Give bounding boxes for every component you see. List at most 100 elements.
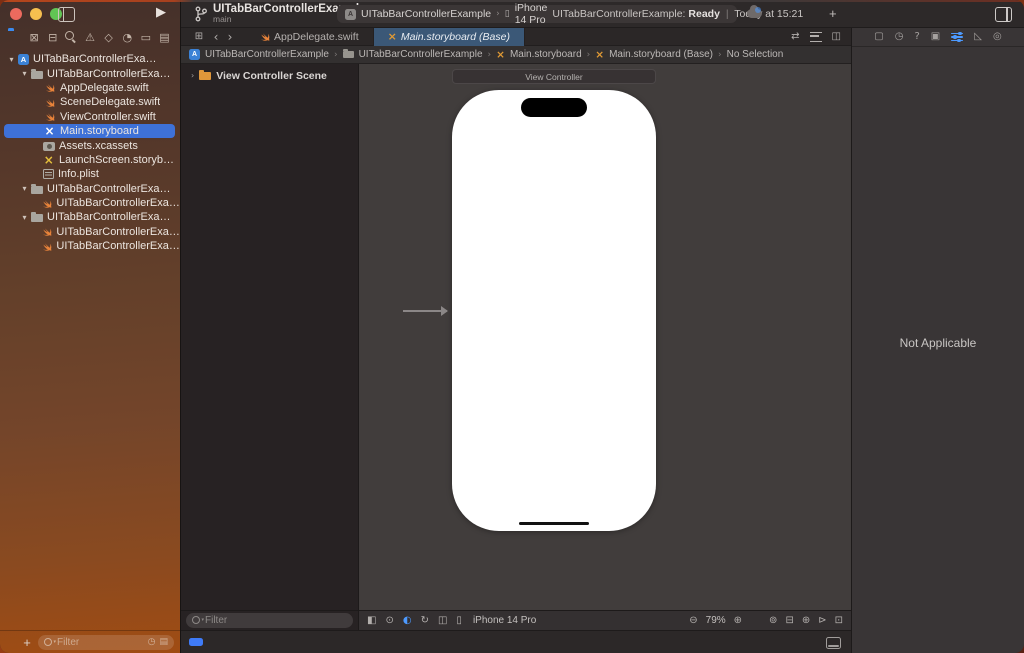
standard-editor-icon[interactable]: ⊙ <box>385 616 393 626</box>
storyboard-canvas[interactable]: View Controller <box>359 64 851 610</box>
issues-navigator-tab[interactable]: ⚠ <box>83 30 98 44</box>
attributes-inspector-tab[interactable] <box>951 33 963 42</box>
xcode-window: ▶ ⊠ ⊟ ⚠ ◇ ◔ ▭ ▤ ▾ × × × UITabBarControll… <box>0 0 1024 653</box>
breakpoints-toggle-button[interactable] <box>189 638 203 646</box>
file-tree-item[interactable]: × × × AppDelegate.swift <box>0 81 180 95</box>
device-icon[interactable]: ▯ <box>456 616 462 626</box>
align-icon[interactable]: ⊟ <box>785 616 793 626</box>
navigator-filter-field[interactable]: Filter ◷ ▤ <box>38 635 174 650</box>
run-button[interactable]: ▶ <box>156 6 166 19</box>
scheme-name[interactable]: UITabBarControllerExample <box>361 8 491 20</box>
source-control-status-icon[interactable]: ▤ <box>159 638 168 647</box>
file-tree-item[interactable]: ▾ × × × UITabBarControllerExample <box>0 66 180 80</box>
file-tree-item[interactable]: ▾ × × × UITabBarControllerExampleTe... <box>0 182 180 196</box>
breadcrumb-separator: › <box>587 50 591 60</box>
breadcrumb-separator: › <box>334 50 338 60</box>
toggle-document-outline-icon[interactable]: ◧ <box>367 616 376 626</box>
library-add-button[interactable]: + <box>829 6 837 21</box>
resolve-autolayout-icon[interactable]: ⊳ <box>818 616 826 626</box>
file-name: UITabBarControllerExampleUI... <box>47 211 177 223</box>
history-inspector-tab[interactable]: ◷ <box>895 32 904 42</box>
appearance-toggle-icon[interactable]: ◐ <box>403 616 412 626</box>
editor-tab-bar: ⊞ ‹ › AppDelegate.swift × Main.storyboar… <box>181 28 851 46</box>
outline-filter-bar: Filter <box>181 610 359 630</box>
file-tree-item[interactable]: × × × UITabBarControllerExample... <box>0 239 180 253</box>
go-back-button[interactable]: ‹ <box>209 30 223 44</box>
file-tree-item[interactable]: × × × ViewController.swift <box>0 110 180 124</box>
file-tree-item[interactable]: ▾ × × × UITabBarControllerExample <box>0 52 180 66</box>
breadcrumb-group[interactable]: UITabBarControllerExample <box>359 49 483 60</box>
storyboard-file-icon: × <box>43 154 55 166</box>
disclosure-triangle-icon[interactable]: ▾ <box>19 184 30 193</box>
disclosure-triangle-icon[interactable]: ▾ <box>6 55 17 64</box>
file-tree-item[interactable]: × × × SceneDelegate.swift <box>0 95 180 109</box>
jump-bar: UITabBarControllerExample › UITabBarCont… <box>181 46 851 64</box>
zoom-level[interactable]: 79% <box>706 615 726 626</box>
add-file-button[interactable]: + <box>16 635 38 650</box>
reports-navigator-tab[interactable]: ▤ <box>157 30 172 44</box>
editor-tab-main-storyboard[interactable]: × Main.storyboard (Base) <box>374 28 525 46</box>
file-tree-item[interactable]: × × × Main.storyboard <box>0 124 180 138</box>
swift-file-icon <box>41 240 52 252</box>
file-tree-item[interactable]: ▾ × × × UITabBarControllerExampleUI... <box>0 210 180 224</box>
swift-file-icon <box>41 226 52 238</box>
outline-scene-row[interactable]: › View Controller Scene <box>181 70 358 82</box>
disclosure-triangle-icon[interactable]: ▾ <box>19 213 30 222</box>
breadcrumb-project[interactable]: UITabBarControllerExample <box>205 49 329 60</box>
editor-tab-appdelegate[interactable]: AppDelegate.swift <box>245 28 374 46</box>
zoom-out-icon[interactable]: ⊖ <box>689 616 697 626</box>
minimize-window-button[interactable] <box>30 8 42 20</box>
split-view-icon[interactable]: ◫ <box>438 616 447 626</box>
bookmarks-navigator-tab[interactable]: ⊟ <box>45 30 60 44</box>
file-tree-item[interactable]: × × × UITabBarControllerExample... <box>0 225 180 239</box>
swift-file-icon <box>43 82 56 94</box>
add-editor-icon[interactable]: ◫ <box>832 32 841 42</box>
identity-inspector-tab[interactable]: ▣ <box>931 32 940 42</box>
toggle-debug-area-icon[interactable] <box>826 637 841 649</box>
window-controls <box>10 8 62 20</box>
find-navigator-tab[interactable] <box>64 30 79 44</box>
add-constraints-icon[interactable]: ⊕ <box>802 616 810 626</box>
breadcrumb-file[interactable]: Main.storyboard <box>510 49 582 60</box>
orientation-icon[interactable]: ↻ <box>421 616 429 626</box>
device-name[interactable]: iPhone 14 Pro <box>473 615 536 626</box>
editor-options-icon[interactable] <box>810 32 822 42</box>
file-inspector-tab[interactable]: ▢ <box>874 32 883 42</box>
breadcrumb-selection[interactable]: No Selection <box>727 49 784 60</box>
close-window-button[interactable] <box>10 8 22 20</box>
scene-title-bar[interactable]: View Controller <box>452 69 656 84</box>
file-tree-item[interactable]: × × × UITabBarControllerExample... <box>0 196 180 210</box>
initial-view-controller-arrow[interactable] <box>403 310 447 312</box>
file-name: UITabBarControllerExampleTe... <box>47 183 177 195</box>
size-inspector-tab[interactable]: ◺ <box>974 32 982 42</box>
breakpoints-navigator-tab[interactable]: ▭ <box>138 30 153 44</box>
debug-navigator-tab[interactable]: ◔ <box>120 30 135 44</box>
file-tree-item[interactable]: × × × Info.plist <box>0 167 180 181</box>
breadcrumb-localization[interactable]: Main.storyboard (Base) <box>609 49 713 60</box>
update-frames-icon[interactable]: ⊚ <box>769 616 777 626</box>
toggle-left-sidebar-icon[interactable] <box>58 7 75 22</box>
swift-file-icon <box>43 96 56 108</box>
embed-in-icon[interactable]: ⊡ <box>835 616 843 626</box>
file-tree-item[interactable]: × × × Assets.xcassets <box>0 138 180 152</box>
outline-filter-field[interactable]: Filter <box>186 613 353 628</box>
recent-files-icon[interactable]: ◷ <box>148 638 156 647</box>
view-controller-view[interactable] <box>452 90 656 531</box>
disclosure-triangle-icon[interactable]: › <box>191 72 194 80</box>
quick-help-inspector-tab[interactable]: ? <box>914 32 919 42</box>
connections-inspector-tab[interactable]: ◎ <box>993 32 1002 42</box>
source-control-navigator-tab[interactable]: ⊠ <box>27 30 42 44</box>
zoom-in-icon[interactable]: ⊕ <box>734 616 742 626</box>
file-name: AppDelegate.swift <box>60 82 149 94</box>
go-forward-button[interactable]: › <box>223 30 237 44</box>
project-navigator-tab[interactable] <box>8 30 23 44</box>
run-destination[interactable]: iPhone 14 Pro <box>515 2 548 26</box>
plist-file-icon <box>43 169 54 179</box>
toggle-right-sidebar-icon[interactable] <box>995 7 1012 22</box>
code-review-icon[interactable]: ⇄ <box>791 32 799 42</box>
dynamic-island <box>521 98 587 117</box>
related-items-icon[interactable]: ⊞ <box>189 32 209 42</box>
file-tree-item[interactable]: × × × LaunchScreen.storyboard <box>0 153 180 167</box>
tests-navigator-tab[interactable]: ◇ <box>101 30 116 44</box>
disclosure-triangle-icon[interactable]: ▾ <box>19 69 30 78</box>
